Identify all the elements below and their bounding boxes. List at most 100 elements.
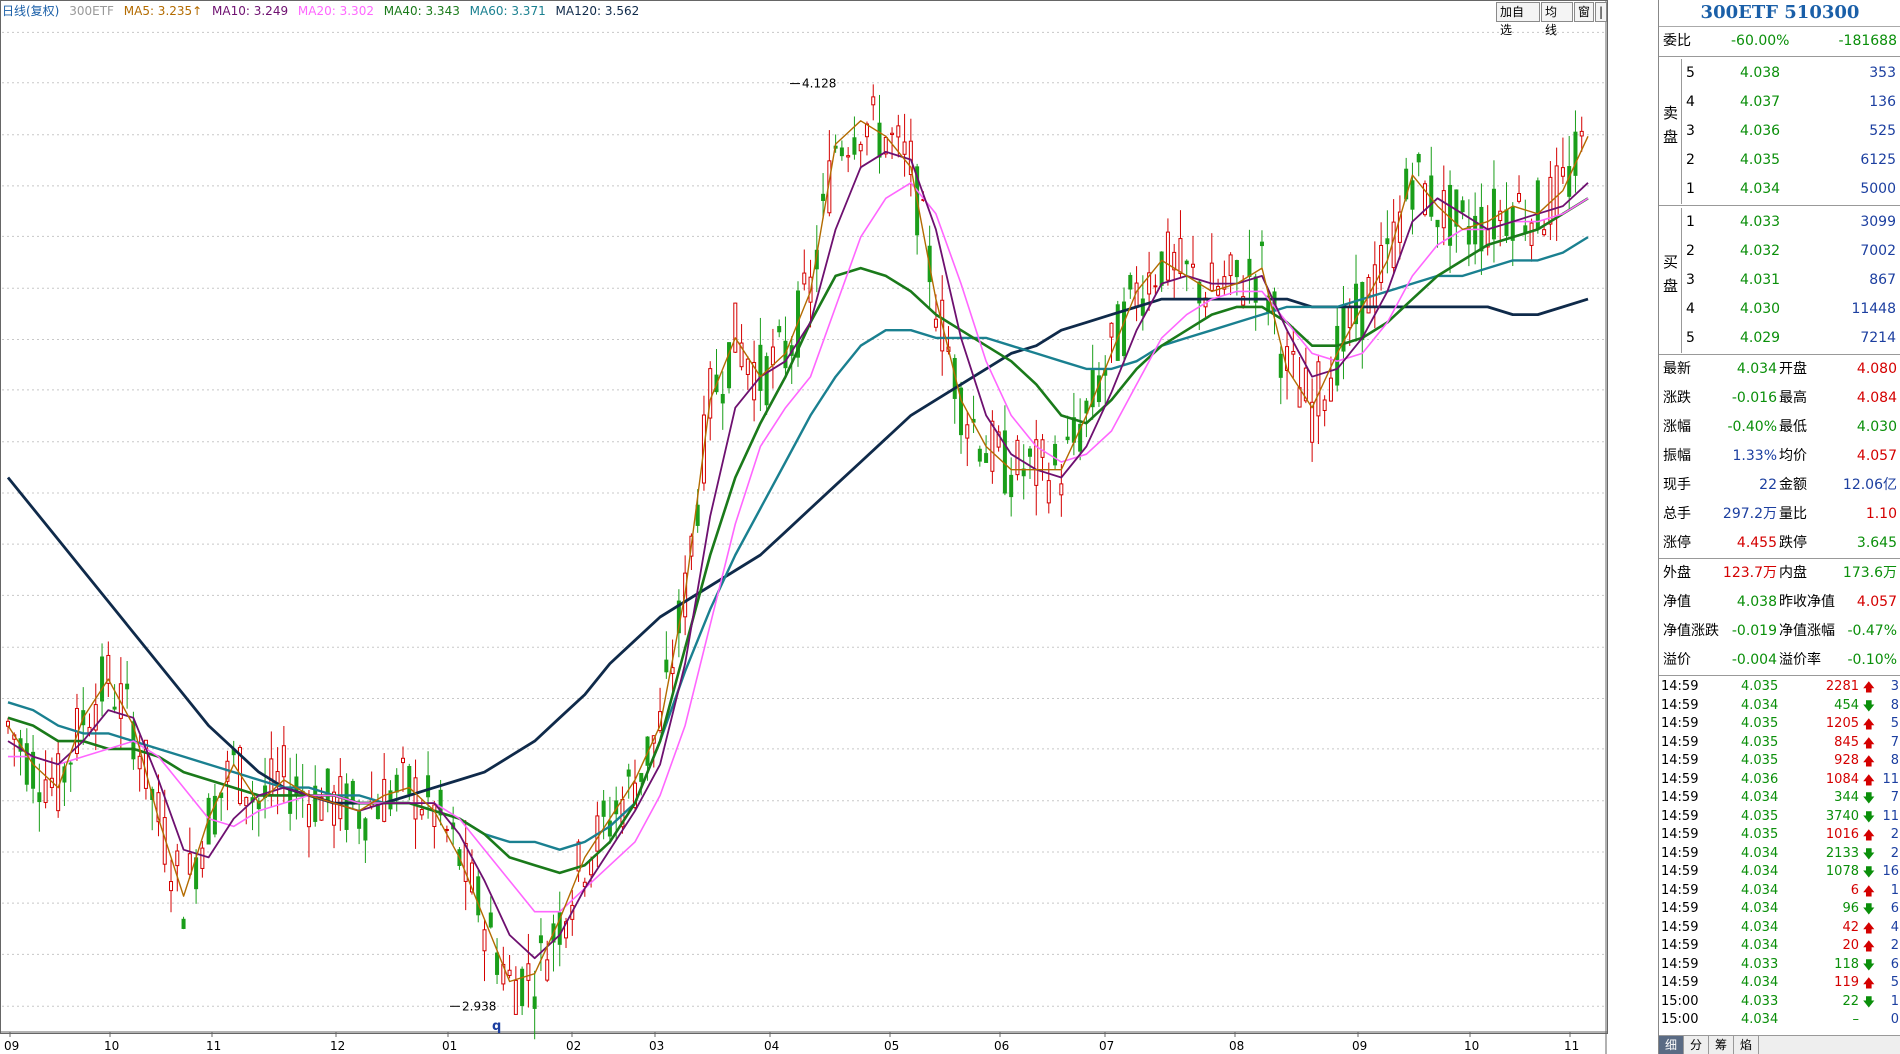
candle-body (513, 979, 518, 1015)
candle-body (313, 785, 318, 822)
candle-body (1153, 285, 1158, 288)
candle-body (852, 137, 857, 155)
tick-time: 14:59 (1661, 882, 1699, 898)
candle-body (1209, 262, 1214, 291)
stat-row: 溢价 -0.004 溢价率 -0.10% (1659, 646, 1900, 675)
bid-level-row[interactable]: 5 4.029 7214 (1681, 324, 1900, 353)
bid-level: 3 (1686, 272, 1695, 288)
ask-level: 5 (1686, 65, 1695, 81)
arrow-down-icon: 🡇 (1862, 865, 1875, 879)
panel-tab[interactable]: 筹 (1709, 1036, 1735, 1054)
separator-button[interactable]: | (1594, 2, 1608, 22)
stat-label: 溢价率 (1779, 652, 1821, 668)
candle-body (545, 959, 550, 981)
x-tick-label: 09 (1352, 1039, 1367, 1053)
tick-count: 8 (1890, 753, 1899, 768)
candle-body (1191, 263, 1195, 268)
candle-body (169, 881, 174, 892)
candle-body (639, 772, 644, 782)
candle-body (37, 792, 42, 803)
candle-body (802, 272, 807, 285)
tick-time: 15:00 (1661, 993, 1699, 1009)
bid-level-row[interactable]: 1 4.033 3099 (1681, 208, 1900, 237)
weibi-row: 委比 -60.00% -181688 (1659, 27, 1900, 57)
ask-level-row[interactable]: 2 4.035 6125 (1681, 146, 1900, 175)
x-tick-label: 10 (1464, 1039, 1479, 1053)
tick-row: 14:59 4.034 1078 🡇 16 (1659, 863, 1900, 882)
tick-row: 14:59 4.035 845 🡅 7 (1659, 734, 1900, 753)
candle-body (1560, 167, 1565, 177)
tick-list[interactable]: 14:59 4.035 2281 🡅 3 14:59 4.034 454 🡇 8 14:59 4.03… (1659, 676, 1900, 1030)
candle-body (626, 769, 631, 777)
ask-level-row[interactable]: 5 4.038 353 (1681, 59, 1900, 88)
sell-side-label: 卖 盘 (1663, 101, 1681, 149)
candle-body (977, 448, 982, 462)
stat-label: 量比 (1779, 506, 1807, 522)
chart-toolbar: 加自选 均线 窗 | (1496, 2, 1608, 37)
x-tick-label: 08 (1229, 1039, 1244, 1053)
candle-body (100, 656, 105, 702)
candle-body (896, 125, 901, 138)
stat-value: 4.038 (1736, 594, 1777, 610)
candle-body (1234, 260, 1239, 278)
candle-body (1247, 258, 1252, 277)
candle-body (200, 847, 205, 869)
tick-volume: 344 (1834, 790, 1859, 805)
candle-body (877, 122, 882, 158)
bid-volume: 11448 (1851, 301, 1896, 317)
stat-value: 4.084 (1856, 390, 1897, 406)
candle-body (1529, 222, 1534, 246)
x-tick-label: 12 (330, 1039, 345, 1053)
ask-volume: 525 (1869, 123, 1896, 139)
candle-body (720, 393, 725, 404)
tick-time: 14:59 (1661, 827, 1699, 842)
arrow-up-icon: 🡅 (1862, 883, 1875, 898)
window-button[interactable]: 窗 (1573, 2, 1594, 22)
stat-value: 4.080 (1856, 361, 1897, 377)
tick-row: 15:00 4.034 – 0 (1659, 1011, 1900, 1030)
tick-volume: 2281 (1825, 679, 1859, 694)
tick-price: 4.035 (1741, 753, 1779, 768)
candle-body (1510, 206, 1515, 241)
tick-count: 5 (1890, 975, 1899, 990)
arrow-up-icon: 🡅 (1862, 735, 1875, 750)
tick-count: 16 (1882, 864, 1899, 879)
bid-level-row[interactable]: 4 4.030 11448 (1681, 295, 1900, 324)
arrow-up-icon: 🡅 (1862, 754, 1875, 768)
stat-label: 最新 (1663, 361, 1691, 377)
tick-count: 0 (1890, 1012, 1899, 1027)
candle-body (990, 420, 995, 472)
bid-price: 4.031 (1740, 272, 1781, 288)
ma-lines-button[interactable]: 均线 (1540, 2, 1573, 37)
ask-level-row[interactable]: 3 4.036 525 (1681, 117, 1900, 146)
tick-time: 14:59 (1661, 956, 1699, 972)
stat-row: 振幅 1.33% 均价 4.057 (1659, 442, 1900, 471)
tick-volume: 3740 (1825, 808, 1859, 824)
panel-tab[interactable]: 焰 (1734, 1036, 1760, 1054)
ask-level-row[interactable]: 1 4.034 5000 (1681, 175, 1900, 204)
tick-volume: 845 (1834, 734, 1859, 750)
panel-tab[interactable]: 分 (1684, 1036, 1710, 1054)
candle-body (520, 968, 525, 1007)
kline-chart[interactable]: 4.1944.1294.0623.9963.9313.8643.7983.733… (0, 0, 1608, 1054)
tick-count: 5 (1890, 716, 1899, 731)
bid-volume: 3099 (1860, 214, 1896, 230)
stat-label: 均价 (1779, 448, 1807, 464)
stat-value: 4.455 (1736, 535, 1777, 551)
ask-level-row[interactable]: 4 4.037 136 (1681, 88, 1900, 117)
bid-level: 5 (1686, 330, 1695, 346)
stat-row: 总手 297.2万 量比 1.10 (1659, 500, 1900, 529)
x-tick-label: 03 (649, 1039, 664, 1053)
tick-count: 1 (1890, 993, 1899, 1009)
tick-row: 14:59 4.034 6 🡅 1 (1659, 882, 1900, 901)
candle-body (601, 800, 606, 817)
panel-tab[interactable]: 细 (1659, 1036, 1685, 1054)
add-favorite-button[interactable]: 加自选 (1496, 2, 1540, 37)
kline-chart-area[interactable]: 4.1944.1294.0623.9963.9313.8643.7983.733… (0, 0, 1608, 1054)
bid-level-row[interactable]: 3 4.031 867 (1681, 266, 1900, 295)
x-tick-label: 01 (442, 1039, 457, 1053)
bid-level-row[interactable]: 2 4.032 7002 (1681, 237, 1900, 266)
candle-body (1228, 254, 1233, 277)
candle-body (1347, 305, 1352, 329)
tick-row: 14:59 4.034 119 🡅 5 (1659, 974, 1900, 993)
